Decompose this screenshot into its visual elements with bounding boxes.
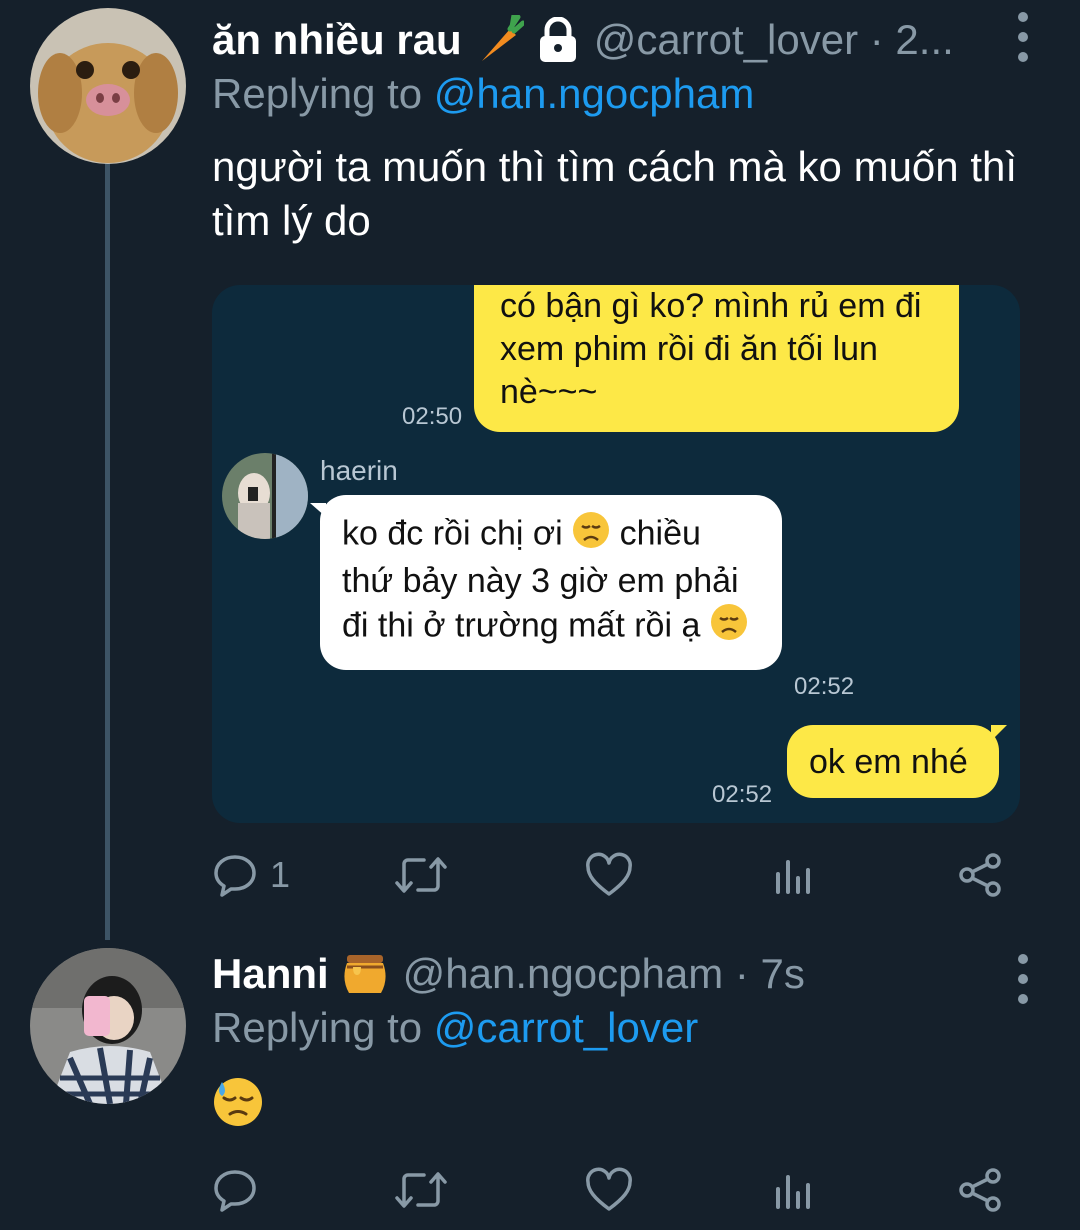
thread-connector-line xyxy=(105,160,110,940)
chat-timestamp: 02:52 xyxy=(794,673,855,700)
heart-icon xyxy=(586,852,632,896)
replying-to: Replying to @han.ngocpham xyxy=(212,70,754,118)
chat-timestamp: 02:52 xyxy=(712,781,773,808)
retweet-icon xyxy=(395,857,447,893)
like-button[interactable] xyxy=(584,845,634,905)
display-name[interactable]: ăn nhiều rau xyxy=(212,16,462,64)
chat-bubble-sent: có bận gì ko? mình rủ em đi xem phim rồi… xyxy=(474,285,959,432)
avatar[interactable] xyxy=(30,8,186,164)
chat-timestamp: 02:50 xyxy=(402,403,463,430)
heart-icon xyxy=(586,1167,632,1211)
handle[interactable]: @carrot_lover · 2... xyxy=(594,16,954,64)
chat-message-text: ko đc rồi chị ơi xyxy=(342,514,573,553)
chat-bubble-received: ko đc rồi chị ơi chiều thứ bảy này 3 giờ… xyxy=(310,495,782,670)
chat-contact-name: haerin xyxy=(320,455,398,486)
like-button[interactable] xyxy=(584,1160,634,1220)
tweet-actions xyxy=(212,1160,1012,1220)
tweet-media-image[interactable]: có bận gì ko? mình rủ em đi xem phim rồi… xyxy=(212,285,1020,823)
honey-pot-icon xyxy=(341,951,389,997)
replying-to: Replying to @carrot_lover xyxy=(212,1004,698,1052)
reply-icon xyxy=(214,855,256,897)
analytics-icon xyxy=(776,1175,810,1209)
mention-link[interactable]: @han.ngocpham xyxy=(434,70,755,117)
chat-bubble-sent: ok em nhé xyxy=(787,725,1007,798)
replying-to-label: Replying to xyxy=(212,1004,434,1051)
downcast-sweat-face-icon xyxy=(212,1076,264,1133)
replying-to-label: Replying to xyxy=(212,70,434,117)
share-button[interactable] xyxy=(957,1160,1003,1220)
disappointed-face-icon xyxy=(710,603,748,652)
views-button[interactable] xyxy=(772,1160,814,1220)
retweet-button[interactable] xyxy=(394,845,448,905)
reply-button[interactable]: 1 xyxy=(212,845,290,905)
disappointed-face-icon xyxy=(572,511,610,560)
views-button[interactable] xyxy=(772,845,814,905)
share-button[interactable] xyxy=(957,845,1003,905)
retweet-icon xyxy=(395,1172,447,1208)
chat-contact-avatar xyxy=(222,453,308,539)
more-options-icon[interactable] xyxy=(1016,954,1030,1004)
tweet-text: người ta muốn thì tìm cách mà ko muốn th… xyxy=(212,143,1018,244)
tweet-actions: 1 xyxy=(212,845,1012,905)
mention-link[interactable]: @carrot_lover xyxy=(434,1004,698,1051)
reply-button[interactable] xyxy=(212,1160,258,1220)
more-options-icon[interactable] xyxy=(1016,12,1030,62)
analytics-icon xyxy=(776,860,810,894)
share-icon xyxy=(959,853,1001,897)
avatar[interactable] xyxy=(30,948,186,1104)
reply-count: 1 xyxy=(270,854,291,895)
reply-icon xyxy=(214,1170,256,1212)
tweet-header: Hanni @han.ngocpham · 7s xyxy=(212,944,1060,1004)
carrot-icon xyxy=(474,15,524,65)
tweet-header: ăn nhiều rau @carrot_lover · 2... xyxy=(212,10,1060,70)
timeline: ăn nhiều rau @carrot_lover · 2... Replyi… xyxy=(0,0,1080,1230)
handle[interactable]: @han.ngocpham · 7s xyxy=(403,950,805,998)
share-icon xyxy=(959,1168,1001,1212)
retweet-button[interactable] xyxy=(394,1160,448,1220)
display-name[interactable]: Hanni xyxy=(212,950,329,998)
lock-icon xyxy=(536,17,580,63)
